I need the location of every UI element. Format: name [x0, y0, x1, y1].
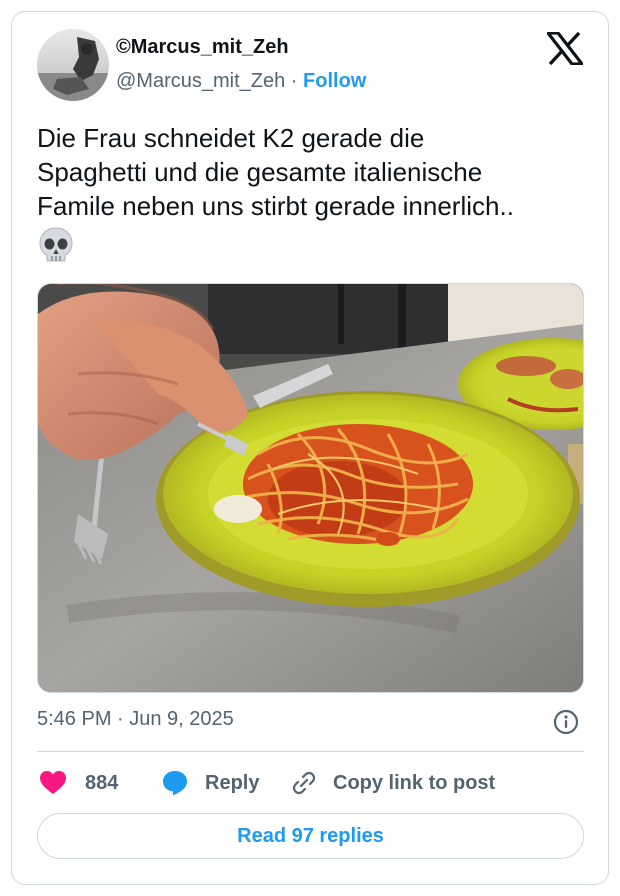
link-icon [291, 770, 317, 796]
skull-emoji-icon [38, 226, 74, 264]
handle-separator: · [285, 70, 304, 92]
reply-label: Reply [205, 771, 260, 794]
handle[interactable]: @Marcus_mit_Zeh [116, 70, 285, 92]
tweet-text: Die Frau schneidet K2 gerade die Spaghet… [37, 123, 514, 221]
reply-button[interactable]: Reply [161, 766, 259, 800]
copy-link-label: Copy link to post [333, 771, 496, 794]
action-bar: 884 Reply Copy link to post [37, 766, 584, 800]
read-replies-button[interactable]: Read 97 replies [37, 813, 584, 859]
copy-link-button[interactable]: Copy link to post [291, 766, 495, 800]
info-icon[interactable] [553, 709, 579, 735]
handle-row: @Marcus_mit_Zeh · Follow [116, 70, 366, 93]
like-count: 884 [85, 771, 119, 794]
timestamp[interactable]: 5:46 PM · Jun 9, 2025 [37, 708, 234, 731]
divider [37, 751, 584, 752]
reply-bubble-icon [161, 769, 189, 797]
tweet-photo[interactable] [37, 283, 584, 693]
follow-button[interactable]: Follow [303, 70, 366, 92]
display-name[interactable]: ©Marcus_mit_Zeh [116, 36, 289, 59]
like-button[interactable]: 884 [39, 766, 118, 800]
heart-icon [39, 770, 67, 796]
x-logo-icon[interactable] [544, 31, 586, 66]
avatar[interactable] [37, 29, 109, 101]
